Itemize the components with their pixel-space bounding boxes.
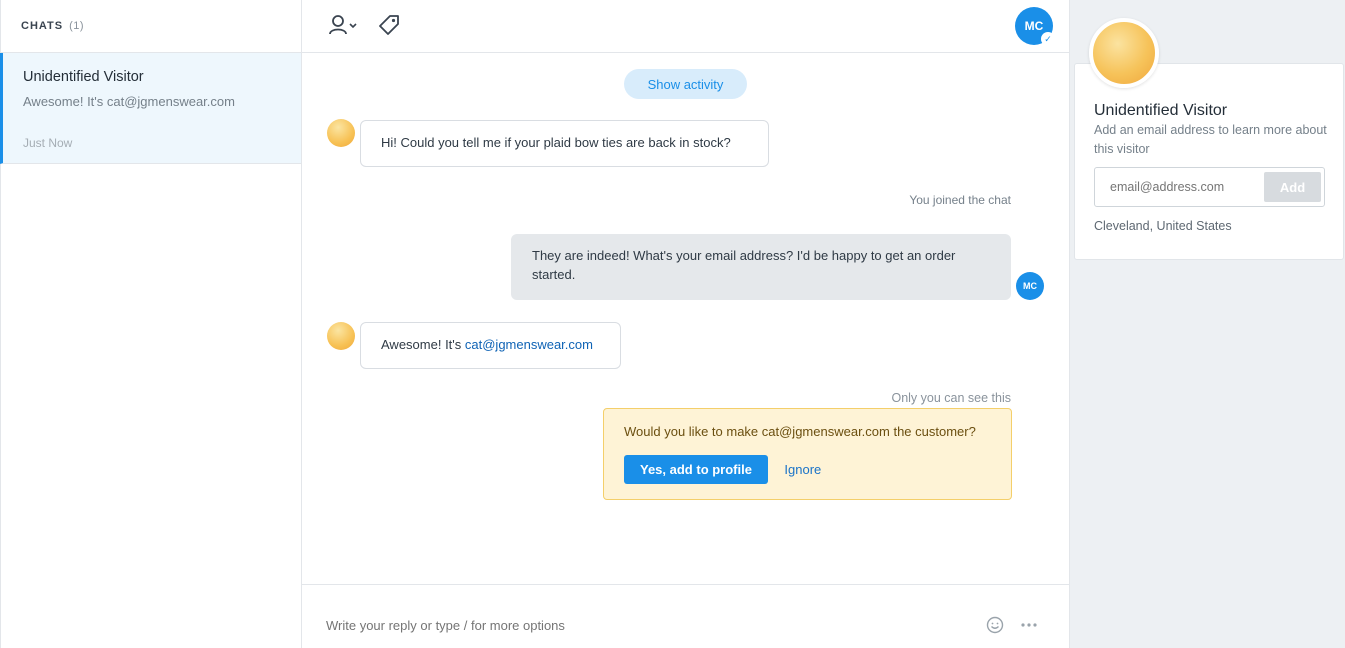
emoji-button[interactable] — [984, 615, 1006, 635]
visitor-location: Cleveland, United States — [1094, 219, 1232, 233]
chat-list-item[interactable]: Unidentified Visitor Awesome! It's cat@j… — [0, 53, 301, 164]
online-check-icon: ✓ — [1041, 32, 1055, 46]
tag-button[interactable] — [374, 12, 404, 38]
message-text: Awesome! It's — [381, 337, 465, 352]
chat-item-time: Just Now — [23, 136, 73, 150]
visitor-profile-hint: Add an email address to learn more about… — [1094, 123, 1327, 156]
chat-item-preview: Awesome! It's cat@jgmenswear.com — [23, 94, 235, 109]
ellipsis-icon — [1021, 623, 1037, 627]
chat-list-sidebar: CHATS (1) Unidentified Visitor Awesome! … — [0, 0, 302, 648]
visitor-message: Awesome! It's cat@jgmenswear.com — [360, 322, 621, 369]
chats-header-label: CHATS — [21, 20, 64, 32]
agent-message: They are indeed! What's your email addre… — [511, 234, 1011, 300]
agent-message-avatar: MC — [1016, 272, 1044, 300]
make-customer-note: Would you like to make cat@jgmenswear.co… — [603, 408, 1012, 500]
more-options-button[interactable] — [1018, 615, 1040, 635]
assign-user-button[interactable] — [328, 12, 358, 38]
visitor-avatar — [327, 322, 355, 350]
private-note-label: Only you can see this — [891, 391, 1011, 405]
user-chevron-icon — [329, 15, 357, 35]
email-form: Add — [1094, 167, 1325, 207]
visitor-profile-card: Unidentified Visitor Add an email addres… — [1074, 18, 1344, 260]
visitor-profile-avatar — [1089, 18, 1159, 88]
visitor-message: Hi! Could you tell me if your plaid bow … — [360, 120, 769, 167]
chats-count: (1) — [69, 20, 85, 32]
add-to-profile-button[interactable]: Yes, add to profile — [624, 455, 768, 484]
email-link[interactable]: cat@jgmenswear.com — [465, 337, 593, 352]
note-question: Would you like to make cat@jgmenswear.co… — [624, 424, 976, 439]
agent-initials: MC — [1024, 19, 1044, 33]
system-message: You joined the chat — [909, 193, 1011, 207]
reply-input[interactable] — [326, 618, 926, 633]
reply-composer — [302, 584, 1069, 648]
conversation-toolbar: MC ✓ — [302, 0, 1069, 53]
tag-icon — [379, 15, 399, 35]
add-email-button[interactable]: Add — [1264, 172, 1321, 202]
ignore-button[interactable]: Ignore — [784, 462, 821, 477]
smiley-icon — [986, 616, 1004, 634]
email-field[interactable] — [1110, 180, 1260, 194]
visitor-avatar — [327, 119, 355, 147]
chat-item-name: Unidentified Visitor — [23, 69, 144, 85]
visitor-profile-panel: Unidentified Visitor Add an email addres… — [1070, 0, 1345, 648]
visitor-profile-name: Unidentified Visitor — [1094, 102, 1228, 119]
conversation-pane: MC ✓ Show activity Hi! Could you tell me… — [302, 0, 1070, 648]
show-activity-button[interactable]: Show activity — [624, 69, 747, 99]
agent-avatar[interactable]: MC ✓ — [1015, 7, 1055, 46]
chats-header: CHATS (1) — [1, 0, 301, 53]
